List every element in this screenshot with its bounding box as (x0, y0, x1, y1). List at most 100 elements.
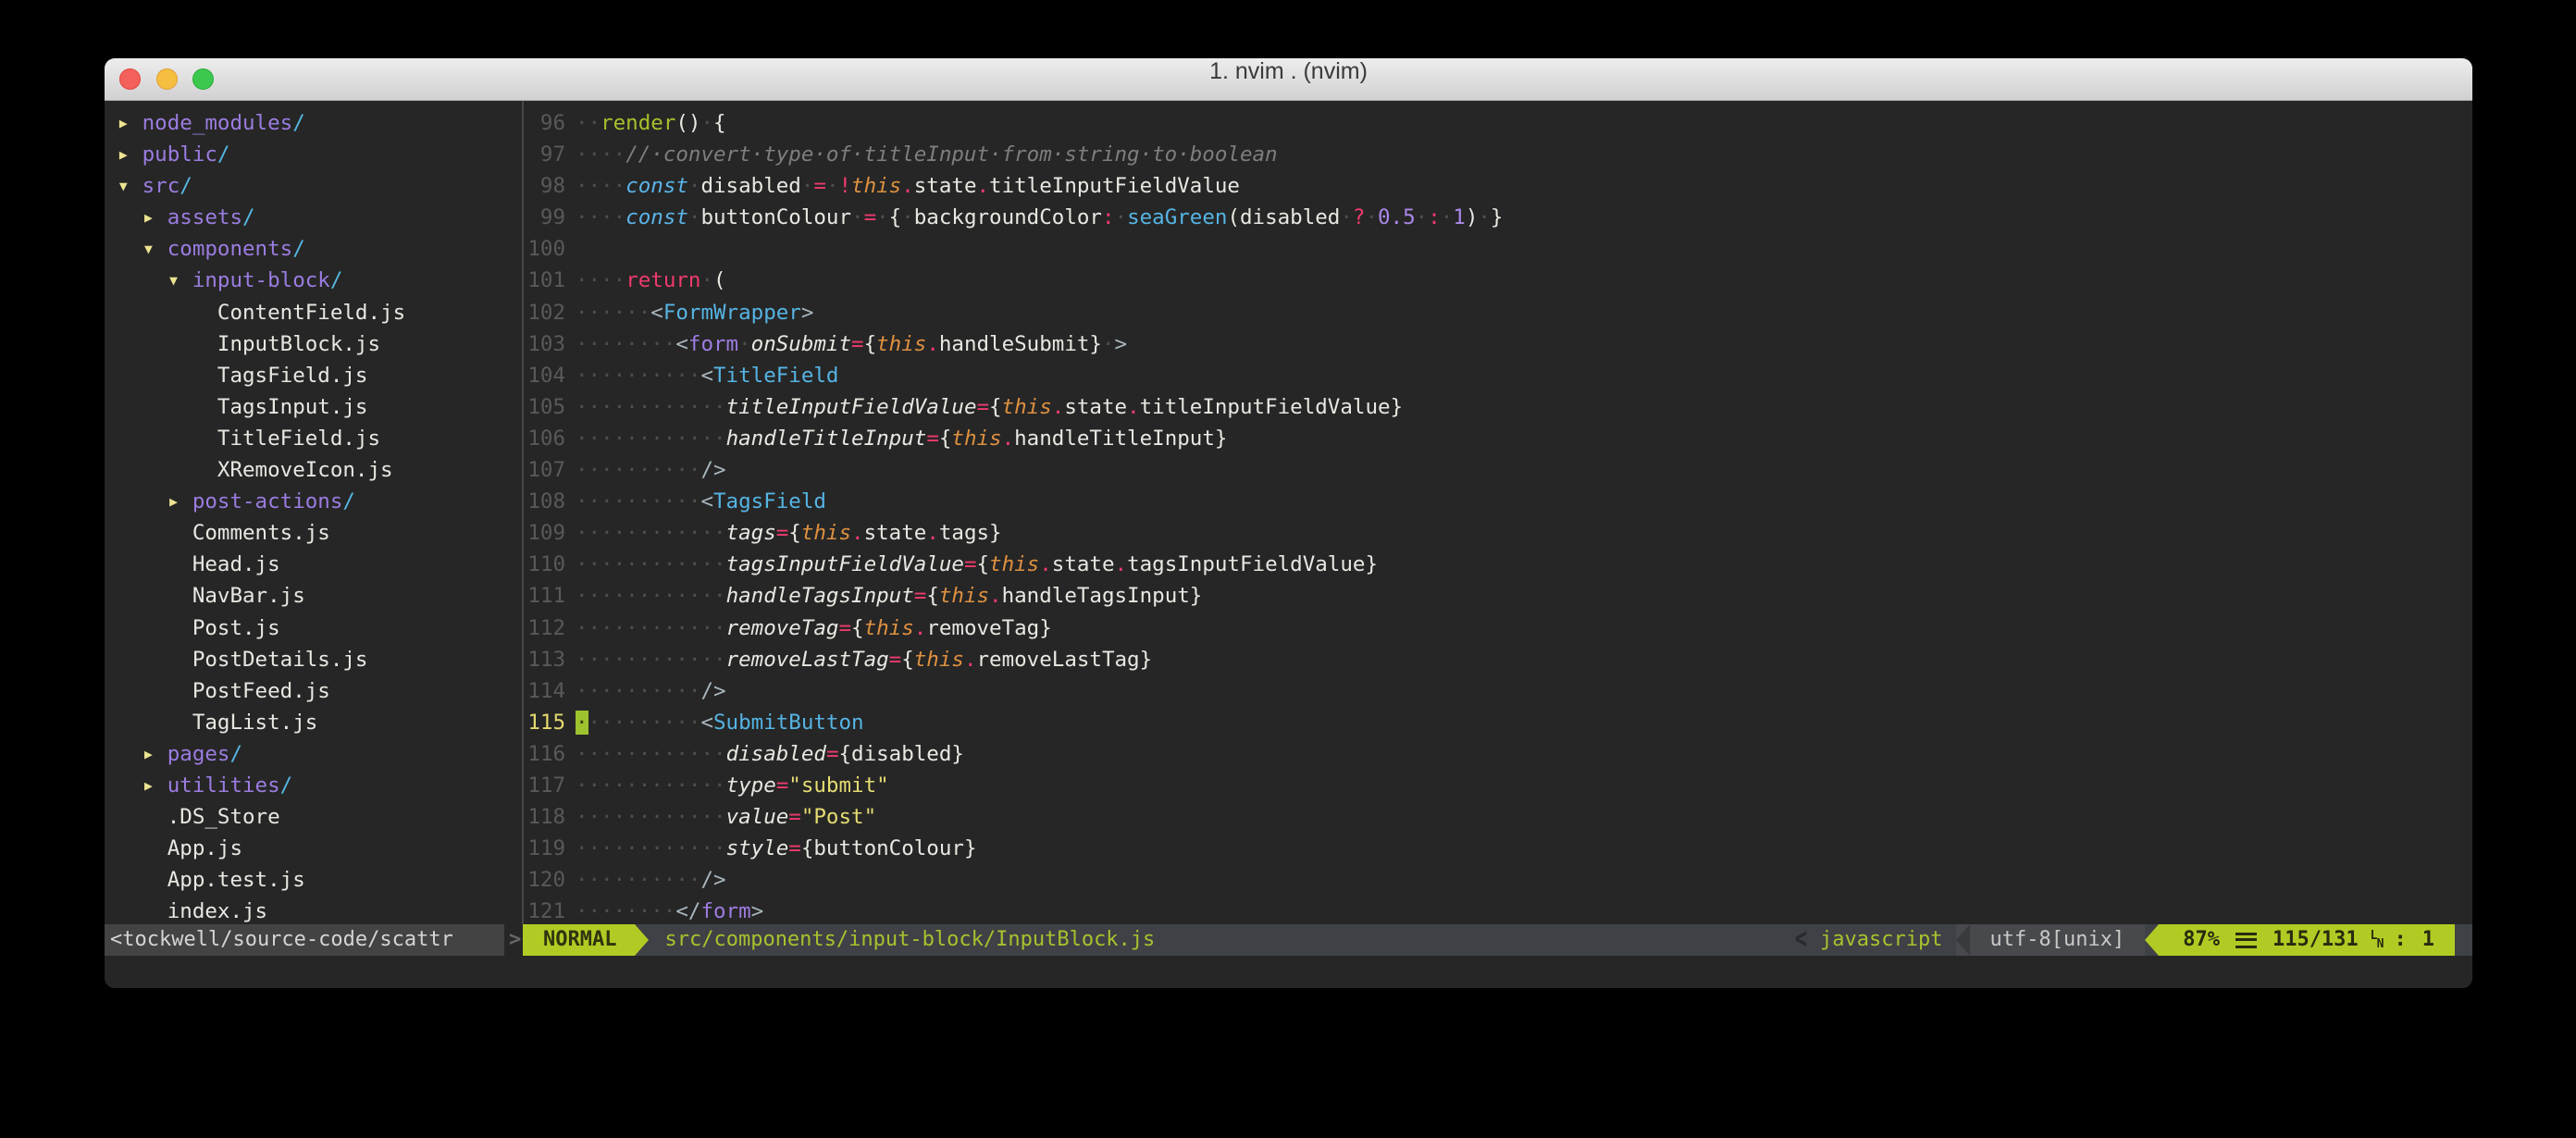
code-token: { (864, 332, 877, 356)
tree-statusline: <tockwell/source-code/scattr (105, 924, 504, 956)
tree-file-row[interactable]: Head.js (105, 549, 522, 580)
tree-file-row[interactable]: InputBlock.js (105, 328, 522, 360)
tree-file-row[interactable]: TitleField.js (105, 423, 522, 454)
tree-dir-row[interactable]: ▾ components/ (105, 233, 522, 265)
tree-file-row[interactable]: PostFeed.js (105, 675, 522, 707)
code-token: : (1102, 205, 1115, 229)
code-line[interactable]: 121········</form> (524, 896, 2472, 924)
code-token: { (926, 584, 939, 608)
tree-file-row[interactable]: TagsInput.js (105, 391, 522, 423)
line-number: 115 (524, 707, 576, 738)
code-token: ········ (576, 332, 675, 356)
code-token: ·········· (576, 679, 700, 703)
code-line[interactable]: 107··········/> (524, 454, 2472, 486)
code-line[interactable]: 96··render()·{ (524, 107, 2472, 139)
code-line[interactable]: 98····const·disabled·=·!this.state.title… (524, 170, 2472, 202)
tree-file-row[interactable]: TagsField.js (105, 360, 522, 391)
code-token: ( (1227, 205, 1240, 229)
code-line[interactable]: 116············disabled={disabled} (524, 738, 2472, 770)
code-token: > (1115, 332, 1128, 356)
code-token: = (788, 836, 801, 860)
window-titlebar[interactable]: 1. nvim . (nvim) (105, 58, 2472, 101)
code-token: · (1365, 205, 1378, 229)
tree-dir-row[interactable]: ▾ input-block/ (105, 265, 522, 296)
code-token: . (926, 521, 939, 545)
tree-file-row[interactable]: PostDetails.js (105, 644, 522, 675)
tree-file-row[interactable]: .DS_Store (105, 801, 522, 833)
code-line[interactable]: 113············removeLastTag={this.remov… (524, 644, 2472, 675)
line-number: 118 (524, 801, 576, 833)
tree-dir-row[interactable]: ▸ pages/ (105, 738, 522, 770)
file-name: App.js (167, 836, 242, 860)
position-segment: 87% 115/131 LN : 1 (2159, 924, 2455, 956)
code-token: state (1052, 552, 1115, 576)
tree-dir-row[interactable]: ▸ node_modules/ (105, 107, 522, 139)
code-line[interactable]: 110············tagsInputFieldValue={this… (524, 549, 2472, 580)
code-token: FormWrapper (663, 301, 801, 325)
command-line[interactable] (105, 956, 2472, 988)
code-line[interactable]: 109············tags={this.state.tags} (524, 517, 2472, 549)
code-line[interactable]: 118············value="Post" (524, 801, 2472, 833)
tree-file-row[interactable]: Post.js (105, 612, 522, 644)
code-token: disabled (851, 742, 951, 766)
code-line[interactable]: 101····return·( (524, 265, 2472, 296)
code-token: } (1140, 648, 1153, 672)
tree-dir-row[interactable]: ▸ post-actions/ (105, 486, 522, 517)
code-token: handleTitleInput (726, 427, 927, 451)
tree-dir-row[interactable]: ▾ src/ (105, 170, 522, 202)
file-tree[interactable]: ▸ node_modules/ ▸ public/ ▾ src/ ▸ asset… (105, 101, 522, 924)
code-token: TitleField (713, 364, 838, 388)
code-token: tags (939, 521, 989, 545)
code-line[interactable]: 105············titleInputFieldValue={thi… (524, 391, 2472, 423)
code-token: > (801, 301, 814, 325)
code-token: { (989, 395, 1002, 419)
code-token: this (851, 174, 901, 198)
code-token: · (826, 174, 839, 198)
tree-file-row[interactable]: XRemoveIcon.js (105, 454, 522, 486)
code-token: handleTagsInput (1002, 584, 1190, 608)
dir-name: node_modules (142, 111, 293, 135)
code-line[interactable]: 120··········/> (524, 864, 2472, 896)
tree-file-row[interactable]: App.test.js (105, 864, 522, 896)
tree-file-row[interactable]: index.js (105, 896, 522, 924)
editor-buffer[interactable]: 96··render()·{97····//·convert·type·of·t… (524, 101, 2472, 924)
code-line[interactable]: 108··········<TagsField (524, 486, 2472, 517)
tree-file-row[interactable]: Comments.js (105, 517, 522, 549)
tree-file-row[interactable]: TagList.js (105, 707, 522, 738)
code-token: () (675, 111, 700, 135)
code-line[interactable]: 112············removeTag={this.removeTag… (524, 612, 2472, 644)
code-line[interactable]: 104··········<TitleField (524, 360, 2472, 391)
code-token: } (989, 521, 1002, 545)
code-line[interactable]: 115··········<SubmitButton (524, 707, 2472, 738)
code-line[interactable]: 99····const·buttonColour·=·{·backgroundC… (524, 202, 2472, 233)
file-name: Post.js (192, 616, 280, 640)
code-token: backgroundColor (914, 205, 1102, 229)
code-line[interactable]: 100 (524, 233, 2472, 265)
code-token: . (1127, 395, 1140, 419)
code-line[interactable]: 111············handleTagsInput={this.han… (524, 580, 2472, 612)
code-line[interactable]: 103········<form·onSubmit={this.handleSu… (524, 328, 2472, 360)
tree-dir-row[interactable]: ▸ utilities/ (105, 770, 522, 801)
code-line[interactable]: 114··········/> (524, 675, 2472, 707)
code-line[interactable]: 97····//·convert·type·of·titleInput·from… (524, 139, 2472, 170)
code-line[interactable]: 102······<FormWrapper> (524, 297, 2472, 328)
code-line[interactable]: 119············style={buttonColour} (524, 833, 2472, 864)
tree-dir-row[interactable]: ▸ public/ (105, 139, 522, 170)
code-token: "submit" (788, 773, 888, 798)
code-token: ············ (576, 805, 726, 829)
code-token: tagsInputFieldValue (726, 552, 964, 576)
dir-name: public (142, 142, 217, 167)
code-token: } (1491, 205, 1504, 229)
code-token: ·· (576, 111, 601, 135)
code-line[interactable]: 117············type="submit" (524, 770, 2472, 801)
line-number: 104 (524, 360, 576, 391)
tree-dir-row[interactable]: ▸ assets/ (105, 202, 522, 233)
code-token: ···· (576, 174, 625, 198)
code-token: type (726, 773, 776, 798)
tree-file-row[interactable]: App.js (105, 833, 522, 864)
code-line[interactable]: 106············handleTitleInput={this.ha… (524, 423, 2472, 454)
code-token: state (864, 521, 927, 545)
tree-file-row[interactable]: ContentField.js (105, 297, 522, 328)
tree-file-row[interactable]: NavBar.js (105, 580, 522, 612)
line-number: 117 (524, 770, 576, 801)
